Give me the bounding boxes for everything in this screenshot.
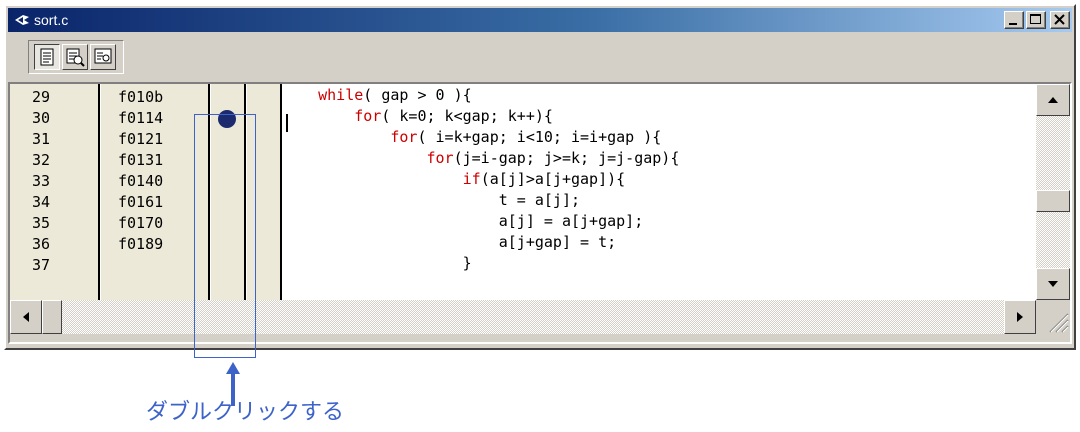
gutter-row: 33 f0140 [10, 172, 208, 190]
code-line: for( i=k+gap; i<10; i=i+gap ){ [390, 128, 662, 146]
maximize-icon [1030, 14, 1041, 24]
close-button[interactable] [1050, 11, 1070, 29]
line-number: 29 [32, 88, 51, 106]
address: f010b [118, 88, 164, 106]
scroll-right-button[interactable] [1004, 300, 1036, 334]
arrow-up-icon [1048, 97, 1058, 103]
address: f0121 [118, 130, 164, 148]
line-number: 30 [32, 109, 51, 127]
line-number: 35 [32, 214, 51, 232]
code-line: for(j=i-gap; j>=k; j=j-gap){ [426, 149, 680, 167]
address: f0170 [118, 214, 164, 232]
line-number: 34 [32, 193, 51, 211]
scroll-left-button[interactable] [10, 300, 42, 334]
code-line: while( gap > 0 ){ [318, 86, 472, 104]
code-line: if(a[j]>a[j+gap]){ [462, 170, 626, 188]
horizontal-scroll-thumb[interactable] [42, 300, 62, 334]
resize-grip-icon [1049, 313, 1069, 333]
scroll-up-button[interactable] [1036, 84, 1070, 116]
source-view-button[interactable] [34, 44, 60, 70]
code-line: a[j] = a[j+gap]; [498, 212, 644, 230]
minimize-icon [1009, 23, 1017, 25]
arrow-left-icon [23, 312, 29, 322]
code-line: t = a[j]; [498, 191, 581, 209]
mixed-view-button[interactable] [62, 44, 88, 70]
line-number: 33 [32, 172, 51, 190]
arrow-right-icon [1017, 312, 1023, 322]
code-area[interactable]: while( gap > 0 ){ for( k=0; k<gap; k++){… [282, 84, 1036, 300]
title-bar[interactable]: sort.c [8, 8, 1072, 32]
source-window: sort.c 29 f010b 30 f0114 31 f0121 32 f01… [4, 4, 1076, 350]
gutter-row: 32 f0131 [10, 151, 208, 169]
line-number: 32 [32, 151, 51, 169]
code-line: a[j+gap] = t; [498, 233, 617, 251]
window-title: sort.c [34, 12, 69, 28]
maximize-button[interactable] [1026, 11, 1046, 29]
vertical-scroll-thumb[interactable] [1036, 190, 1070, 212]
vertical-scrollbar[interactable] [1036, 84, 1070, 300]
source-editor: 29 f010b 30 f0114 31 f0121 32 f0131 33 f… [8, 82, 1072, 344]
address: f0189 [118, 235, 164, 253]
disassembly-view-button[interactable] [90, 44, 116, 70]
line-number: 36 [32, 235, 51, 253]
horizontal-scrollbar[interactable] [10, 300, 1036, 334]
highlight-box [194, 114, 256, 358]
mixed-view-icon [66, 48, 85, 67]
gutter-row: 35 f0170 [10, 214, 208, 232]
code-line: } [462, 254, 472, 272]
size-grip[interactable] [1036, 300, 1070, 334]
toolbar [8, 34, 1072, 78]
close-icon [1054, 14, 1065, 25]
gutter-row: 37 [10, 256, 208, 274]
line-number: 37 [32, 256, 51, 274]
code-line: for( k=0; k<gap; k++){ [354, 107, 553, 125]
minimize-button[interactable] [1004, 11, 1024, 29]
document-icon [15, 15, 29, 25]
address: f0140 [118, 172, 164, 190]
gutter-row: 31 f0121 [10, 130, 208, 148]
disassembly-icon [94, 48, 112, 64]
document-lines-icon [40, 48, 54, 66]
gutter-row: 36 f0189 [10, 235, 208, 253]
annotation-label: ダブルクリックする [146, 400, 345, 425]
address: f0161 [118, 193, 164, 211]
address: f0114 [118, 109, 164, 127]
arrow-down-icon [1048, 281, 1058, 287]
gutter-row: 29 f010b [10, 88, 208, 106]
gutter-row: 30 f0114 [10, 109, 208, 127]
scroll-down-button[interactable] [1036, 268, 1070, 300]
gutter-row: 34 f0161 [10, 193, 208, 211]
column-divider [98, 84, 101, 300]
line-number: 31 [32, 130, 51, 148]
address: f0131 [118, 151, 164, 169]
